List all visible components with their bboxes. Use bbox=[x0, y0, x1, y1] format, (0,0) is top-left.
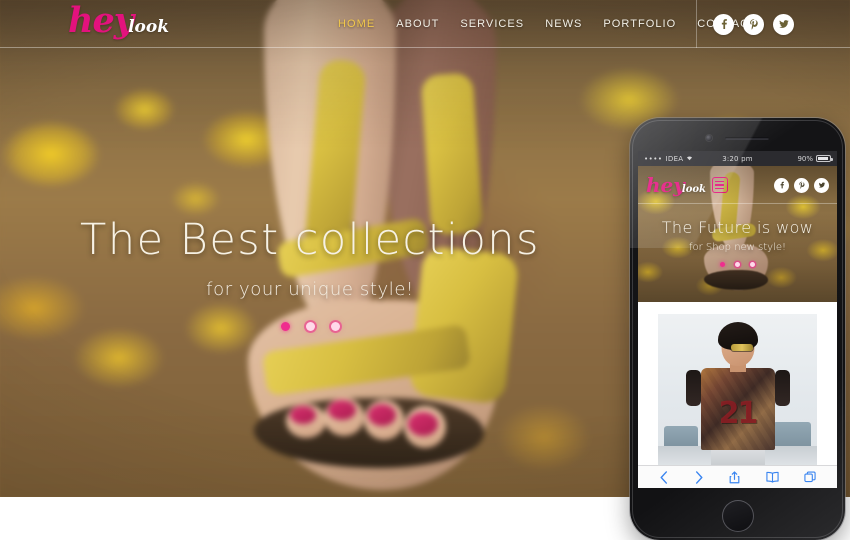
phone-hero-banner: hey look The Future is wow for Shop new … bbox=[638, 166, 837, 302]
shirt-number-label: 21 bbox=[718, 396, 759, 431]
phone-speaker bbox=[725, 137, 769, 140]
slider-dot-1[interactable] bbox=[280, 322, 290, 332]
tabs-icon[interactable] bbox=[804, 471, 816, 483]
landing-page: hey look HOME ABOUT SERVICES NEWS PORTFO… bbox=[0, 0, 850, 540]
social-links bbox=[713, 0, 794, 48]
slider-dots bbox=[0, 322, 620, 332]
phone-logo-text-secondary: look bbox=[681, 184, 706, 195]
hero-title: The Best collections bbox=[80, 215, 540, 265]
nav-item-portfolio[interactable]: PORTFOLIO bbox=[603, 18, 676, 30]
phone-content-area: 21 bbox=[638, 302, 837, 480]
phone-hero-text-block: The Future is wow for Shop new style! bbox=[638, 218, 837, 267]
phone-slider-dot-3[interactable] bbox=[750, 262, 755, 267]
phone-home-button[interactable] bbox=[721, 500, 754, 532]
nav-item-home[interactable]: HOME bbox=[338, 18, 375, 30]
phone-social-links bbox=[774, 177, 829, 193]
slider-dot-2[interactable] bbox=[305, 322, 315, 332]
hero-text-block: The Best collections for your unique sty… bbox=[0, 215, 620, 332]
status-time: 3:20 pm bbox=[722, 154, 753, 163]
site-header: hey look HOME ABOUT SERVICES NEWS PORTFO… bbox=[0, 0, 850, 48]
nav-item-about[interactable]: ABOUT bbox=[396, 18, 439, 30]
nav-item-news[interactable]: NEWS bbox=[545, 18, 582, 30]
logo-text-primary: hey bbox=[68, 0, 134, 41]
share-icon[interactable] bbox=[729, 470, 740, 484]
phone-mockup: •••• IDEA 3:20 pm 90% hey look The Futur… bbox=[630, 118, 845, 540]
phone-feature-photo[interactable]: 21 bbox=[658, 314, 817, 466]
chevron-left-icon[interactable] bbox=[659, 470, 669, 484]
phone-logo-text-primary: hey bbox=[646, 173, 685, 197]
phone-hero-subtitle: for Shop new style! bbox=[688, 242, 787, 253]
phone-slider-dot-1[interactable] bbox=[720, 262, 725, 267]
facebook-icon[interactable] bbox=[713, 13, 734, 35]
phone-facebook-icon[interactable] bbox=[774, 177, 789, 193]
site-logo[interactable]: hey look bbox=[68, 3, 169, 43]
phone-slider-dot-2[interactable] bbox=[735, 262, 740, 267]
phone-screen: •••• IDEA 3:20 pm 90% hey look The Futur… bbox=[638, 151, 837, 488]
phone-hero-title: The Future is wow bbox=[661, 218, 814, 237]
phone-twitter-icon[interactable] bbox=[814, 177, 829, 193]
phone-pinterest-icon[interactable] bbox=[794, 177, 809, 193]
phone-browser-toolbar bbox=[638, 465, 837, 488]
phone-slider-dots bbox=[638, 262, 837, 267]
chevron-right-icon[interactable] bbox=[694, 470, 704, 484]
sunglasses-icon bbox=[730, 344, 753, 351]
phone-camera-icon bbox=[706, 135, 712, 141]
phone-status-bar: •••• IDEA 3:20 pm 90% bbox=[638, 151, 837, 166]
slider-dot-3[interactable] bbox=[330, 322, 340, 332]
hero-subtitle: for your unique style! bbox=[206, 279, 414, 301]
twitter-icon[interactable] bbox=[773, 13, 794, 35]
phone-site-header: hey look bbox=[638, 166, 837, 204]
main-navigation: HOME ABOUT SERVICES NEWS PORTFOLIO CONTA… bbox=[338, 0, 765, 48]
phone-site-logo[interactable]: hey look bbox=[646, 175, 706, 195]
nav-item-services[interactable]: SERVICES bbox=[460, 18, 524, 30]
logo-text-secondary: look bbox=[128, 17, 169, 37]
hamburger-menu-icon[interactable] bbox=[711, 177, 728, 193]
pinterest-icon[interactable] bbox=[743, 13, 764, 35]
book-icon[interactable] bbox=[766, 471, 779, 483]
battery-icon bbox=[816, 155, 833, 162]
